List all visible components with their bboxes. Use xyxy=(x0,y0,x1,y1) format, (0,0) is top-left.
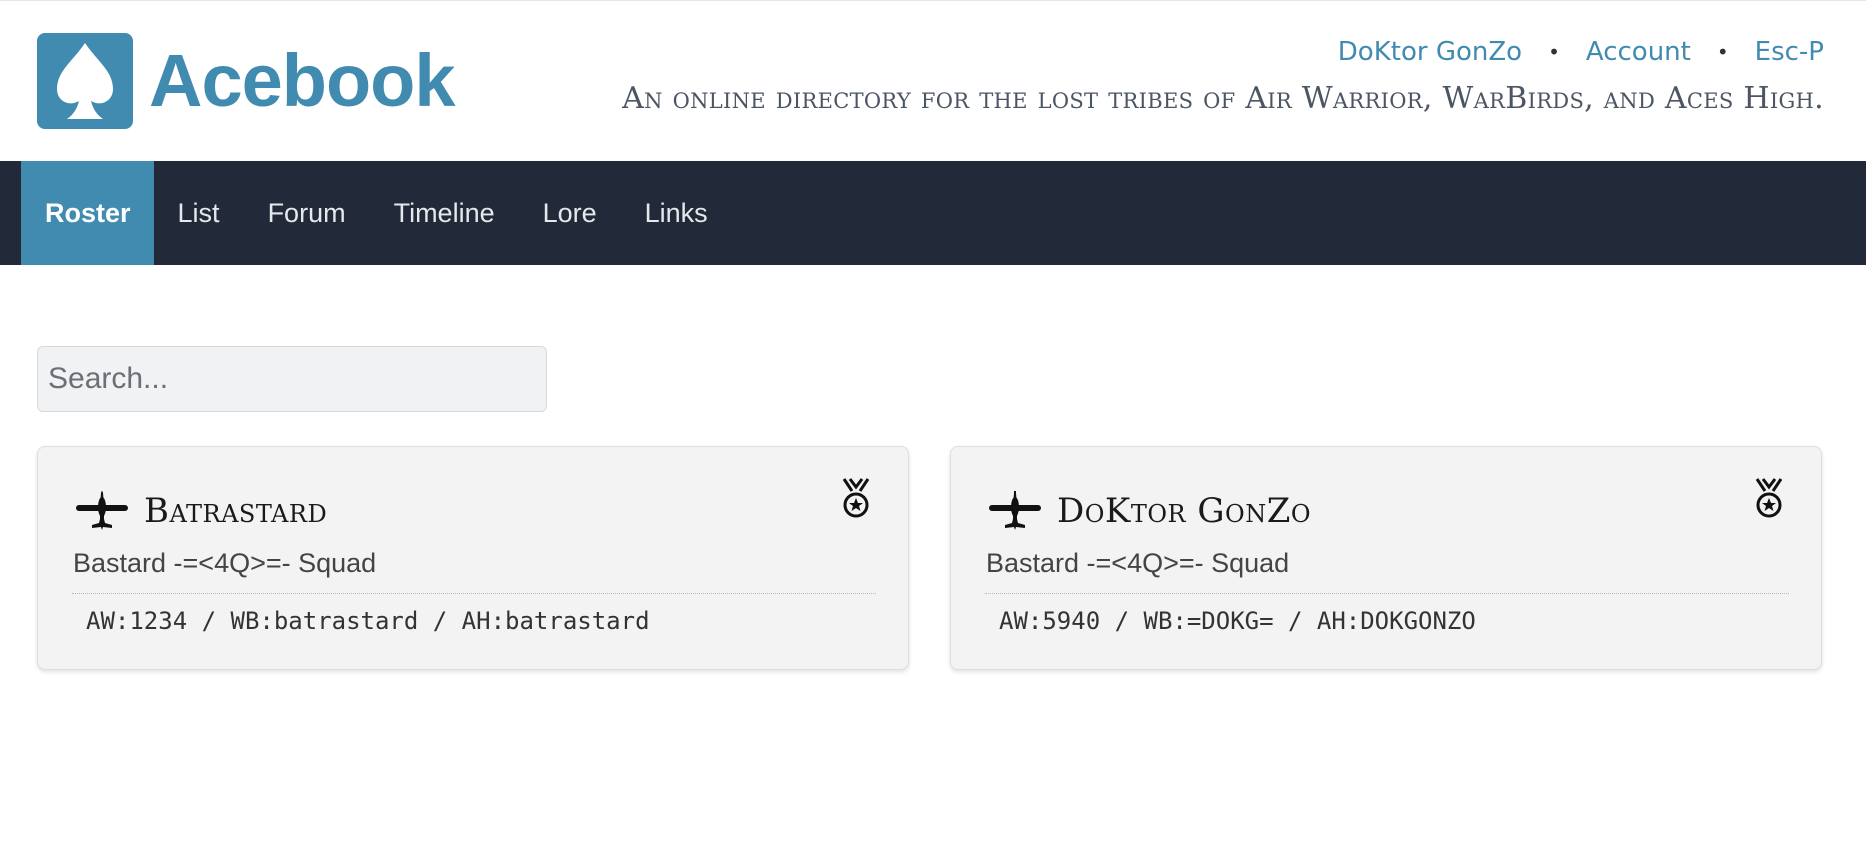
pilot-name[interactable]: DoKtor GonZo xyxy=(1057,491,1311,531)
medal-icon[interactable] xyxy=(840,477,872,519)
pilot-card-header: DoKtor GonZo xyxy=(987,487,1311,535)
user-nav: DoKtor GonZo • Account • Esc-P xyxy=(1338,37,1824,67)
nav-item-forum[interactable]: Forum xyxy=(244,161,370,265)
pilot-handles: AW:1234 / WB:batrastard / AH:batrastard xyxy=(86,607,650,635)
site-tagline: An online directory for the lost tribes … xyxy=(622,81,1824,116)
airplane-icon xyxy=(989,491,1041,530)
nav-item-list[interactable]: List xyxy=(154,161,244,265)
main-nav: Roster List Forum Timeline Lore Links xyxy=(0,161,1866,265)
pilot-card[interactable]: Batrastard Bastard -=<4Q>=- Squad AW:123… xyxy=(37,446,909,670)
brand-name: Acebook xyxy=(149,39,456,122)
medal-icon[interactable] xyxy=(1753,477,1785,519)
search-input[interactable] xyxy=(37,346,547,412)
account-link[interactable]: Account xyxy=(1586,37,1691,67)
logout-link[interactable]: Esc-P xyxy=(1755,37,1824,67)
airplane-icon xyxy=(76,491,128,530)
nav-item-lore[interactable]: Lore xyxy=(519,161,621,265)
nav-item-timeline[interactable]: Timeline xyxy=(370,161,519,265)
nav-item-links[interactable]: Links xyxy=(621,161,732,265)
pilot-squad: Bastard -=<4Q>=- Squad xyxy=(986,548,1290,578)
pilot-squad: Bastard -=<4Q>=- Squad xyxy=(73,548,377,578)
profile-link[interactable]: DoKtor GonZo xyxy=(1338,37,1522,67)
pilot-card[interactable]: DoKtor GonZo Bastard -=<4Q>=- Squad AW:5… xyxy=(950,446,1822,670)
pilot-handles: AW:5940 / WB:=DOKG= / AH:DOKGONZO xyxy=(999,607,1476,635)
site-logo-link[interactable]: Acebook xyxy=(37,33,456,129)
spade-icon xyxy=(37,33,133,129)
nav-separator: • xyxy=(1548,40,1560,64)
pilot-card-header: Batrastard xyxy=(74,487,327,535)
nav-item-roster[interactable]: Roster xyxy=(21,161,154,265)
pilot-name[interactable]: Batrastard xyxy=(144,491,327,531)
site-header: Acebook DoKtor GonZo • Account • Esc-P A… xyxy=(0,1,1866,161)
card-divider xyxy=(985,593,1789,594)
nav-separator: • xyxy=(1716,40,1729,64)
card-divider xyxy=(72,593,876,594)
